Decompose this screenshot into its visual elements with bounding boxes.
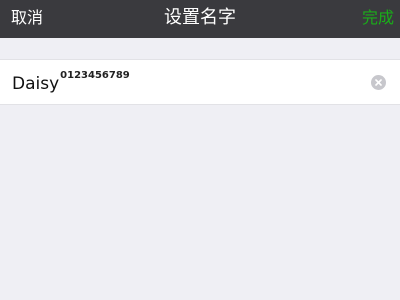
navigation-bar: 取消 设置名字 完成 [0, 0, 400, 38]
name-input[interactable]: Daisy 0123456789 [12, 70, 130, 96]
clear-button[interactable] [371, 75, 386, 90]
name-value: Daisy [12, 74, 60, 94]
name-field-row: Daisy 0123456789 [0, 59, 400, 105]
clear-circle-icon [375, 79, 382, 86]
done-button[interactable]: 完成 [362, 8, 394, 28]
name-value-superscript: 0123456789 [60, 70, 130, 81]
page-title: 设置名字 [164, 7, 236, 28]
